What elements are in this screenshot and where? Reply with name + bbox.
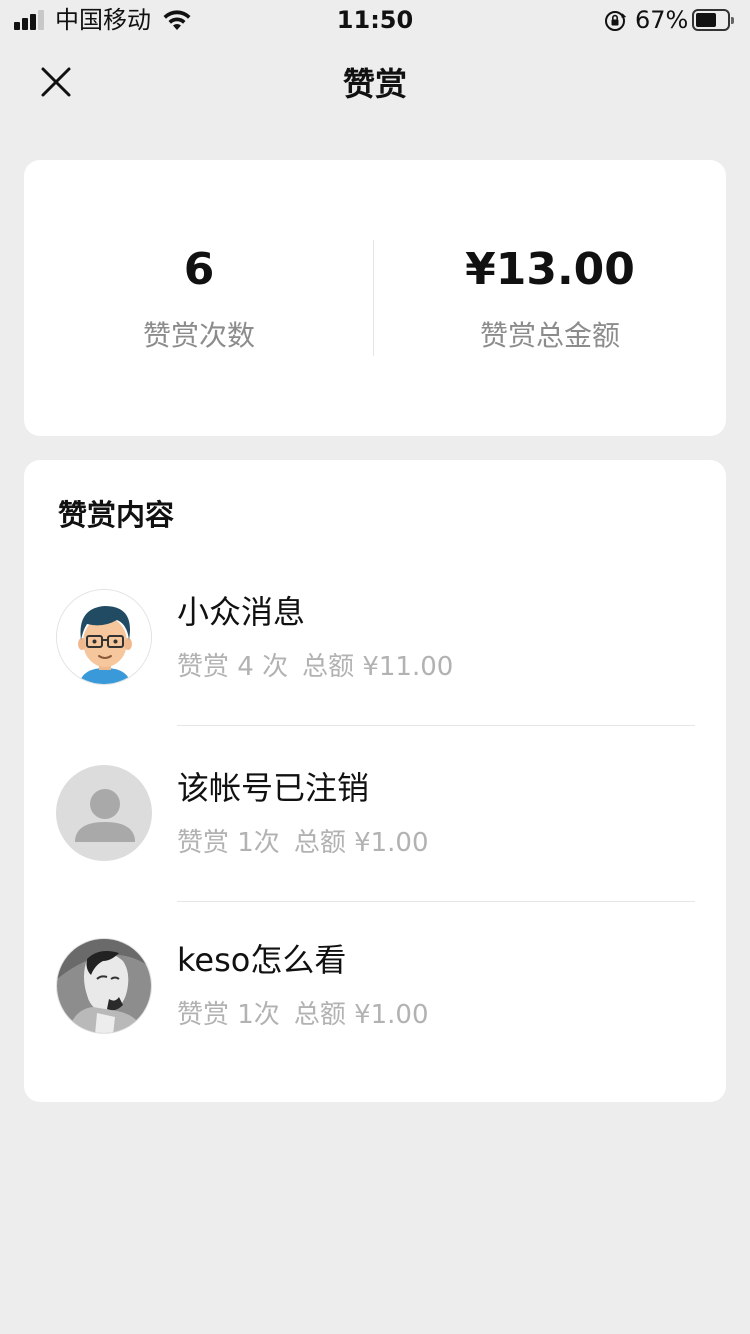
item-meta: 赞赏 1次 总额 ¥1.00 xyxy=(177,998,429,1032)
item-name: 小众消息 xyxy=(177,593,306,631)
item-meta: 赞赏 4 次总额 ¥11.00 xyxy=(177,650,453,684)
list-item[interactable]: keso怎么看 赞赏 1次 总额 ¥1.00 xyxy=(24,930,726,1106)
page-title: 赞赏 xyxy=(342,65,407,103)
row-divider xyxy=(177,725,695,726)
item-total: 总额 ¥1.00 xyxy=(293,1000,429,1030)
status-bar: 中国移动 11:50 67% xyxy=(0,0,750,40)
reward-total-label: 赞赏总金额 xyxy=(479,319,620,352)
reward-total-value: ¥13.00 xyxy=(465,244,635,295)
avatar xyxy=(56,765,152,861)
section-title: 赞赏内容 xyxy=(58,498,175,532)
item-meta: 赞赏 1次 总额 ¥1.00 xyxy=(177,826,429,860)
avatar xyxy=(56,938,152,1034)
reward-total-stat: ¥13.00 赞赏总金额 xyxy=(374,160,726,436)
battery-icon xyxy=(692,9,734,31)
item-times: 赞赏 1次 xyxy=(177,1000,280,1030)
summary-card: 6 赞赏次数 ¥13.00 赞赏总金额 xyxy=(24,160,726,436)
row-divider xyxy=(177,901,695,902)
item-name: keso怎么看 xyxy=(177,941,347,979)
reward-content-card: 赞赏内容 小众消息 赞赏 4 次总额 ¥11.00 该帐号已注销 赞赏 1次 总… xyxy=(24,460,726,1102)
item-times: 赞赏 1次 xyxy=(177,828,280,858)
avatar xyxy=(56,589,152,685)
orientation-lock-icon xyxy=(603,9,627,37)
reward-count-stat: 6 赞赏次数 xyxy=(24,160,374,436)
item-name: 该帐号已注销 xyxy=(177,769,370,807)
reward-count-label: 赞赏次数 xyxy=(142,319,255,352)
item-total: 总额 ¥11.00 xyxy=(302,652,454,682)
battery-percent: 67% xyxy=(635,6,689,34)
item-total: 总额 ¥1.00 xyxy=(293,828,429,858)
list-item[interactable]: 小众消息 赞赏 4 次总额 ¥11.00 xyxy=(24,578,726,754)
reward-count-value: 6 xyxy=(183,244,215,295)
item-times: 赞赏 4 次 xyxy=(177,652,289,682)
list-item[interactable]: 该帐号已注销 赞赏 1次 总额 ¥1.00 xyxy=(24,754,726,930)
